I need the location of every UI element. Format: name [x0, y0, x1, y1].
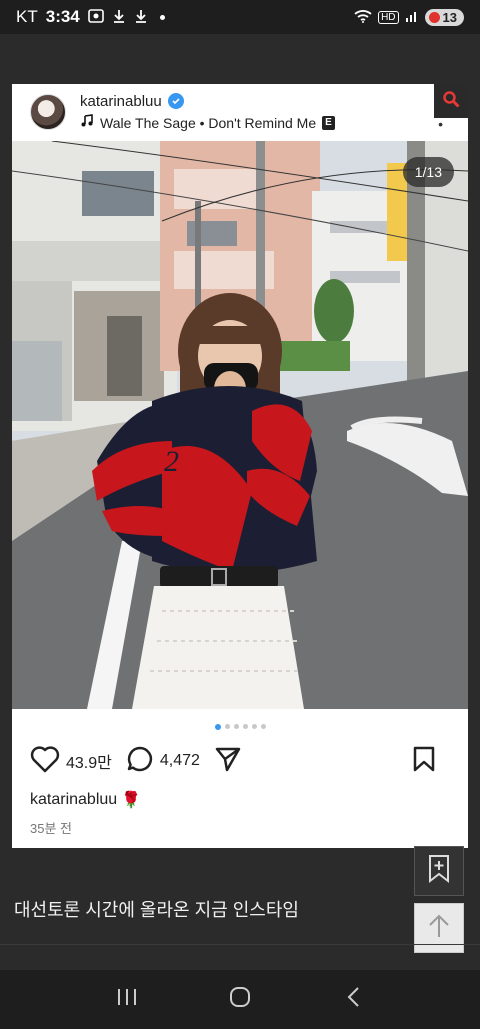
- comment-count: 4,472: [159, 752, 200, 769]
- carousel-dot: [233, 724, 239, 729]
- instagram-embed[interactable]: katarinabluu Wale The Sage • Don't Remin…: [12, 84, 468, 848]
- wifi-icon: [354, 9, 372, 26]
- battery-level: 13: [442, 9, 457, 25]
- scroll-top-button[interactable]: [414, 903, 464, 953]
- caption: katarinabluu 🌹: [30, 790, 141, 810]
- status-bar: KT 3:34 HD 13: [0, 0, 480, 34]
- add-bookmark-button[interactable]: [414, 846, 464, 896]
- bookmark-icon[interactable]: [412, 745, 436, 778]
- explicit-badge: E: [322, 116, 335, 131]
- search-icon: [442, 90, 460, 113]
- carousel-dot: [242, 724, 248, 729]
- post-header: katarinabluu Wale The Sage • Don't Remin…: [12, 84, 468, 140]
- divider: [0, 944, 480, 945]
- photo-counter: 1/13: [402, 157, 454, 187]
- home-icon: [229, 986, 251, 1013]
- send-icon[interactable]: [214, 745, 242, 778]
- battery-low-icon: [428, 11, 440, 23]
- arrow-up-icon: [426, 913, 452, 944]
- post-photo[interactable]: 2 1/13: [12, 141, 468, 709]
- battery-indicator: 13: [424, 8, 464, 26]
- verified-icon: [167, 93, 184, 110]
- like-count: 43.9만: [66, 755, 112, 772]
- music-note-icon: [80, 114, 94, 132]
- download-icon: [112, 9, 126, 26]
- post-username[interactable]: katarinabluu: [80, 92, 162, 112]
- home-button[interactable]: [220, 980, 260, 1020]
- clock: 3:34: [45, 7, 80, 26]
- carrier-label: KT: [16, 7, 38, 26]
- screenshot-icon: [87, 8, 104, 26]
- post-timestamp: 35분 전: [30, 821, 72, 836]
- download-icon: [134, 9, 148, 26]
- article-title[interactable]: 대선토론 시간에 올라온 지금 인스타임: [14, 896, 299, 922]
- carousel-dot: [224, 724, 230, 729]
- hd-badge: HD: [378, 10, 399, 24]
- music-track[interactable]: Wale The Sage • Don't Remind Me: [100, 114, 316, 132]
- signal-icon: [405, 9, 419, 26]
- more-options-icon[interactable]: •: [438, 116, 444, 132]
- carousel-dot: [251, 724, 257, 729]
- carousel-indicator: [12, 724, 468, 730]
- avatar[interactable]: [30, 94, 66, 130]
- carousel-dot: [260, 724, 266, 729]
- recent-apps-icon: [116, 987, 138, 1012]
- carousel-dot: [214, 724, 221, 730]
- caption-username[interactable]: katarinabluu: [30, 791, 117, 809]
- heart-icon[interactable]: [30, 745, 60, 778]
- bookmark-add-icon: [428, 854, 450, 889]
- search-button[interactable]: [434, 84, 468, 118]
- back-icon: [345, 986, 361, 1013]
- svg-text:2: 2: [164, 445, 179, 478]
- navigation-bar: [0, 970, 480, 1029]
- post-actions: 43.9만 4,472: [30, 745, 450, 778]
- photo-scene: 2: [12, 141, 468, 709]
- notification-dot-icon: [159, 14, 165, 20]
- caption-emoji: 🌹: [121, 792, 142, 809]
- back-button[interactable]: [333, 980, 373, 1020]
- comment-icon[interactable]: [126, 745, 154, 778]
- recent-apps-button[interactable]: [107, 980, 147, 1020]
